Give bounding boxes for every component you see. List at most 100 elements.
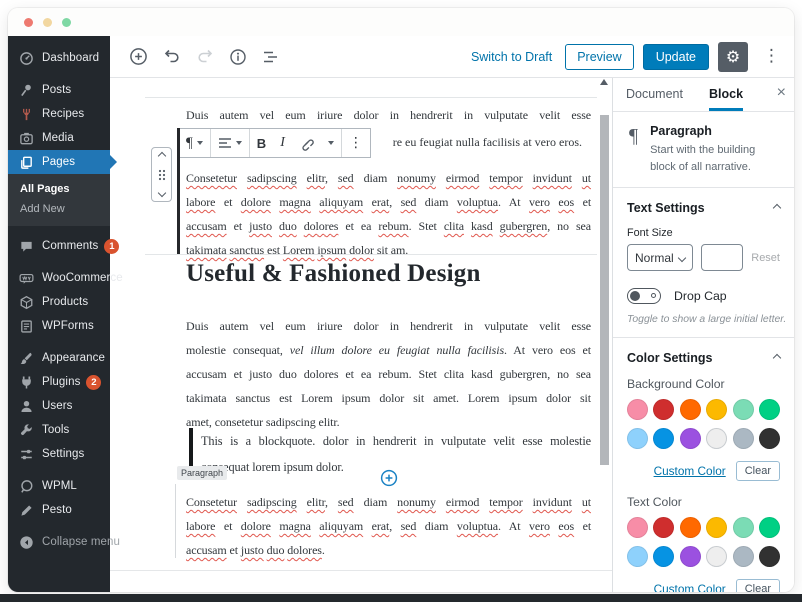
color-swatch[interactable] xyxy=(759,428,780,449)
tab-document[interactable]: Document xyxy=(626,78,683,111)
sidebar-item-collapse-menu[interactable]: Collapse menu xyxy=(8,530,110,554)
window-titlebar xyxy=(8,8,794,36)
custom-color-link[interactable]: Custom Color xyxy=(654,582,726,592)
move-up-button[interactable] xyxy=(159,153,165,159)
color-swatch[interactable] xyxy=(627,546,648,567)
color-swatch[interactable] xyxy=(680,428,701,449)
color-swatch[interactable] xyxy=(627,428,648,449)
drop-cap-toggle[interactable] xyxy=(627,288,661,304)
selected-paragraph-block[interactable]: Consetetur sadipscing elitr, sed diam no… xyxy=(186,166,591,262)
more-formats-button[interactable] xyxy=(321,129,341,157)
inserter-icon[interactable] xyxy=(127,45,150,68)
color-swatch[interactable] xyxy=(733,546,754,567)
more-options-icon[interactable] xyxy=(757,44,786,69)
color-swatch[interactable] xyxy=(733,517,754,538)
color-swatch[interactable] xyxy=(627,517,648,538)
paragraph-line: Consetetur sadipscing elitr, sed diam no… xyxy=(186,490,591,514)
paragraph-block-type-button[interactable]: ¶ xyxy=(179,129,210,157)
color-settings-header[interactable]: Color Settings xyxy=(627,348,780,367)
chevron-down-icon xyxy=(236,141,242,145)
sidebar-item-products[interactable]: Products xyxy=(8,290,110,314)
list-view-icon[interactable] xyxy=(260,47,281,67)
sidebar-item-tools[interactable]: Tools xyxy=(8,418,110,442)
color-swatch[interactable] xyxy=(759,517,780,538)
color-swatch[interactable] xyxy=(706,546,727,567)
settings-gear-icon[interactable] xyxy=(718,42,748,72)
sidebar-item-pages[interactable]: Pages xyxy=(8,150,110,174)
reset-button[interactable]: Reset xyxy=(751,252,780,264)
scrollbar-thumb[interactable] xyxy=(600,115,609,465)
sidebar-item-plugins[interactable]: Plugins2 xyxy=(8,370,110,394)
block-mover xyxy=(151,147,172,202)
sidebar-subitem-all-pages[interactable]: All Pages xyxy=(8,179,110,199)
color-swatch[interactable] xyxy=(627,399,648,420)
sidebar-item-label: Comments xyxy=(42,240,98,252)
color-swatch[interactable] xyxy=(733,428,754,449)
admin-sidebar: Dashboard PostsRecipesMediaPages All Pages… xyxy=(8,36,110,592)
paragraph-line: accusam et justo duo dolores. xyxy=(186,538,591,562)
sidebar-item-media[interactable]: Media xyxy=(8,126,110,150)
sidebar-item-settings[interactable]: Settings xyxy=(8,442,110,466)
text-settings-header[interactable]: Text Settings xyxy=(627,198,780,217)
link-button[interactable] xyxy=(292,129,321,157)
custom-color-link[interactable]: Custom Color xyxy=(654,464,726,478)
paragraph-block[interactable]: Duis autem vel eum iriure dolor in hendr… xyxy=(186,314,591,434)
clear-button[interactable]: Clear xyxy=(736,579,780,592)
woocommerce-icon xyxy=(19,271,34,286)
color-swatch[interactable] xyxy=(759,546,780,567)
color-swatch[interactable] xyxy=(653,546,674,567)
update-button[interactable]: Update xyxy=(643,44,709,70)
italic-button[interactable]: I xyxy=(273,129,292,157)
color-swatch[interactable] xyxy=(680,517,701,538)
color-swatch[interactable] xyxy=(680,399,701,420)
block-options-icon[interactable] xyxy=(342,129,370,157)
drag-handle-icon[interactable] xyxy=(158,169,166,181)
scroll-up-arrow-icon[interactable] xyxy=(600,79,608,85)
sidebar-item-wpforms[interactable]: WPForms xyxy=(8,314,110,338)
font-size-input[interactable] xyxy=(701,244,744,271)
sidebar-item-comments[interactable]: Comments1 xyxy=(8,234,110,258)
color-swatch[interactable] xyxy=(653,517,674,538)
sidebar-item-dashboard[interactable]: Dashboard xyxy=(8,46,110,70)
dashboard-icon xyxy=(19,51,34,66)
undo-icon[interactable] xyxy=(161,47,183,66)
color-swatch[interactable] xyxy=(680,546,701,567)
switch-to-draft-button[interactable]: Switch to Draft xyxy=(471,50,552,64)
align-button[interactable] xyxy=(211,129,249,157)
add-block-button[interactable] xyxy=(380,469,398,487)
color-swatch[interactable] xyxy=(759,399,780,420)
window-close-dot[interactable] xyxy=(24,18,33,27)
clear-button[interactable]: Clear xyxy=(736,461,780,481)
sidebar-item-posts[interactable]: Posts xyxy=(8,78,110,102)
move-down-button[interactable] xyxy=(159,190,165,196)
hovered-block-border xyxy=(175,484,176,558)
paragraph-block[interactable]: Consetetur sadipscing elitr, sed diam no… xyxy=(186,490,591,562)
redo-icon[interactable] xyxy=(194,47,216,66)
sidebar-subitem-add-new[interactable]: Add New xyxy=(8,199,110,219)
sidebar-item-recipes[interactable]: Recipes xyxy=(8,102,110,126)
sidebar-item-pesto[interactable]: Pesto xyxy=(8,498,110,522)
window-minimize-dot[interactable] xyxy=(43,18,52,27)
window-maximize-dot[interactable] xyxy=(62,18,71,27)
color-swatch[interactable] xyxy=(706,428,727,449)
color-swatch[interactable] xyxy=(733,399,754,420)
preview-button[interactable]: Preview xyxy=(565,44,633,70)
sidebar-item-users[interactable]: Users xyxy=(8,394,110,418)
tab-block[interactable]: Block xyxy=(709,78,743,111)
color-swatch[interactable] xyxy=(653,428,674,449)
info-icon[interactable] xyxy=(227,46,249,68)
close-icon[interactable] xyxy=(777,84,786,102)
text-color-label: Text Color xyxy=(627,495,780,509)
wpforms-icon xyxy=(19,319,34,334)
font-size-select[interactable]: Normal xyxy=(627,244,693,271)
bold-button[interactable]: B xyxy=(250,129,273,157)
sidebar-item-label: Products xyxy=(42,296,88,308)
color-swatch[interactable] xyxy=(653,399,674,420)
heading-block[interactable]: Useful & Fashioned Design xyxy=(186,260,481,288)
sidebar-item-wpml[interactable]: WPML xyxy=(8,474,110,498)
sidebar-item-woocommerce[interactable]: WooCommerce xyxy=(8,266,110,290)
paragraph-line: molestie consequat, vel illum dolore eu … xyxy=(186,338,591,362)
color-swatch[interactable] xyxy=(706,517,727,538)
sidebar-item-appearance[interactable]: Appearance xyxy=(8,346,110,370)
color-swatch[interactable] xyxy=(706,399,727,420)
